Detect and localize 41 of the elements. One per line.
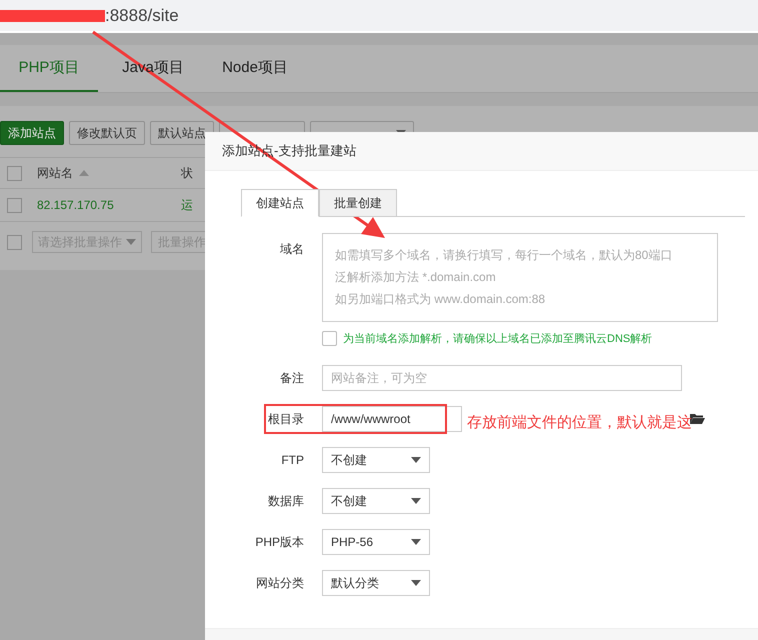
remark-field[interactable]: 网站备注，可为空 [322,365,682,391]
dialog-tab[interactable]: 创建站点 [241,189,319,217]
select-field[interactable]: PHP-56 [322,529,430,555]
checkbox[interactable] [7,198,22,212]
field-label: PHP版本 [254,534,304,550]
column-header[interactable]: 状 [181,164,193,182]
table-cell: 运 [181,196,193,214]
field-label: 根目录 [267,410,304,428]
sort-icon [79,170,89,176]
field-label: FTP [280,453,304,467]
project-tab[interactable]: Node项目 [204,45,306,92]
field-label: 域名 [279,241,304,258]
column-header[interactable]: 网站名 [37,164,177,182]
checkbox-label: 为当前域名添加解析，请确保以上域名已添加至腾讯云DNS解析 [343,332,652,346]
field-label: 网站分类 [255,574,304,592]
checkbox[interactable] [322,331,337,346]
placeholder-text: 如需填写多个域名，请换行填写，每行一个域名，默认为80端口 [335,247,672,264]
toolbar-button[interactable]: 默认站点 [150,121,214,145]
select-field[interactable]: 不创建 [322,488,430,514]
toolbar-button[interactable]: 添加站点 [0,121,64,145]
table-cell-text: 82.157.170.75 [37,198,115,212]
path-field[interactable]: /www/wwwroot [322,406,462,432]
checkbox[interactable] [7,166,22,180]
toolbar-button[interactable]: 修改默认页 [69,121,145,145]
checkbox[interactable] [7,234,22,250]
dialog-tab[interactable]: 批量创建 [319,189,397,217]
caret-icon [126,239,136,245]
caret-icon [411,539,421,545]
field-label: 备注 [279,370,304,386]
caret-icon [411,498,421,504]
folder-icon[interactable] [690,413,705,425]
annotation-text: 存放前端文件的位置，默认就是这 [467,413,692,432]
caret-icon [411,457,421,463]
select-field[interactable]: 默认分类 [322,570,430,596]
address-bar[interactable]: :8888/site [0,0,758,33]
field-label: 数据库 [267,492,304,510]
select-field[interactable]: 不创建 [322,447,430,473]
placeholder-text: 泛解析添加方法 *.domain.com [335,269,496,286]
caret-icon [411,580,421,586]
placeholder-text: 如另加端口格式为 www.domain.com:88 [335,291,546,308]
url-text: :8888/site [105,6,179,26]
